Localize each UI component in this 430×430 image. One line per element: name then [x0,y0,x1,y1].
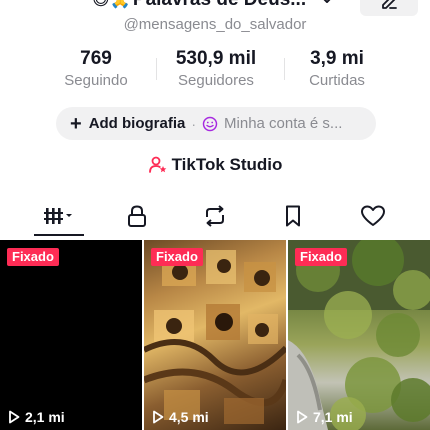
lock-icon [128,205,146,227]
display-name-emoji: 😄🙏 [92,0,131,10]
stat-likes[interactable]: 3,9 mi Curtidas [287,48,387,91]
thumbnail-image [144,250,286,424]
add-bio-pill[interactable]: + Add biografia · Minha conta é s... [56,107,376,140]
separator-dot: · [191,115,197,132]
stat-value: 530,9 mil [175,48,257,69]
content-tabs [0,196,430,239]
plus-icon: + [70,112,82,135]
pinned-badge: Fixado [295,248,347,266]
tab-videos[interactable] [29,196,89,236]
stat-label: Curtidas [309,72,365,89]
view-count: 4,5 mi [152,409,209,425]
smiley-icon [202,116,218,131]
display-name-row[interactable]: 😄🙏 Palavras de Deus... [92,0,334,11]
video-thumbnail[interactable]: Fixado 2,1 mi [0,240,142,430]
play-icon [153,410,164,424]
display-name: Palavras de Deus... [133,0,306,11]
stat-followers[interactable]: 530,9 mil Seguidores [156,48,276,91]
pinned-badge: Fixado [7,248,59,266]
tab-reposts[interactable] [185,196,245,236]
thumbnail-image [288,240,430,430]
stat-value: 3,9 mi [310,48,364,69]
tab-liked[interactable] [343,196,403,236]
chevron-down-icon[interactable] [320,0,334,7]
divider [284,58,285,80]
tab-selected-indicator [34,234,84,236]
stat-following[interactable]: 769 Seguindo [46,48,146,91]
play-icon [297,410,308,424]
pinned-badge: Fixado [151,248,203,266]
view-count-value: 4,5 mi [169,409,209,425]
heart-icon [361,205,385,226]
video-thumbnail[interactable]: Fixado 4,5 mi [144,240,286,430]
tiktok-studio-link[interactable]: TikTok Studio [0,155,430,175]
repost-icon [206,205,224,227]
play-icon [9,410,20,424]
account-type-label: Minha conta é s... [224,115,343,132]
edit-profile-button[interactable] [360,0,418,16]
person-star-icon [148,156,166,173]
profile-stats: 769 Seguindo 530,9 mil Seguidores 3,9 mi… [0,48,430,92]
video-thumbnail[interactable]: Fixado 7,1 mi [288,240,430,430]
add-bio-label: Add biografia [88,115,186,132]
view-count-value: 7,1 mi [313,409,353,425]
username: @mensagens_do_salvador [123,16,307,33]
profile-header: 😄🙏 Palavras de Deus... @mensagens_do_sal… [0,0,430,40]
stat-label: Seguindo [64,72,128,89]
grid-icon [44,208,72,224]
pencil-icon [382,0,397,9]
tab-favorites[interactable] [263,196,323,236]
tab-private[interactable] [107,196,167,236]
bookmark-icon [286,205,300,227]
view-count: 7,1 mi [296,409,353,425]
stat-value: 769 [80,48,112,69]
video-grid: Fixado 2,1 mi Fixado 4,5 mi Fixado 7,1 m… [0,240,430,430]
view-count: 2,1 mi [8,409,65,425]
stat-label: Seguidores [178,72,254,89]
tiktok-studio-label: TikTok Studio [171,155,283,174]
view-count-value: 2,1 mi [25,409,65,425]
